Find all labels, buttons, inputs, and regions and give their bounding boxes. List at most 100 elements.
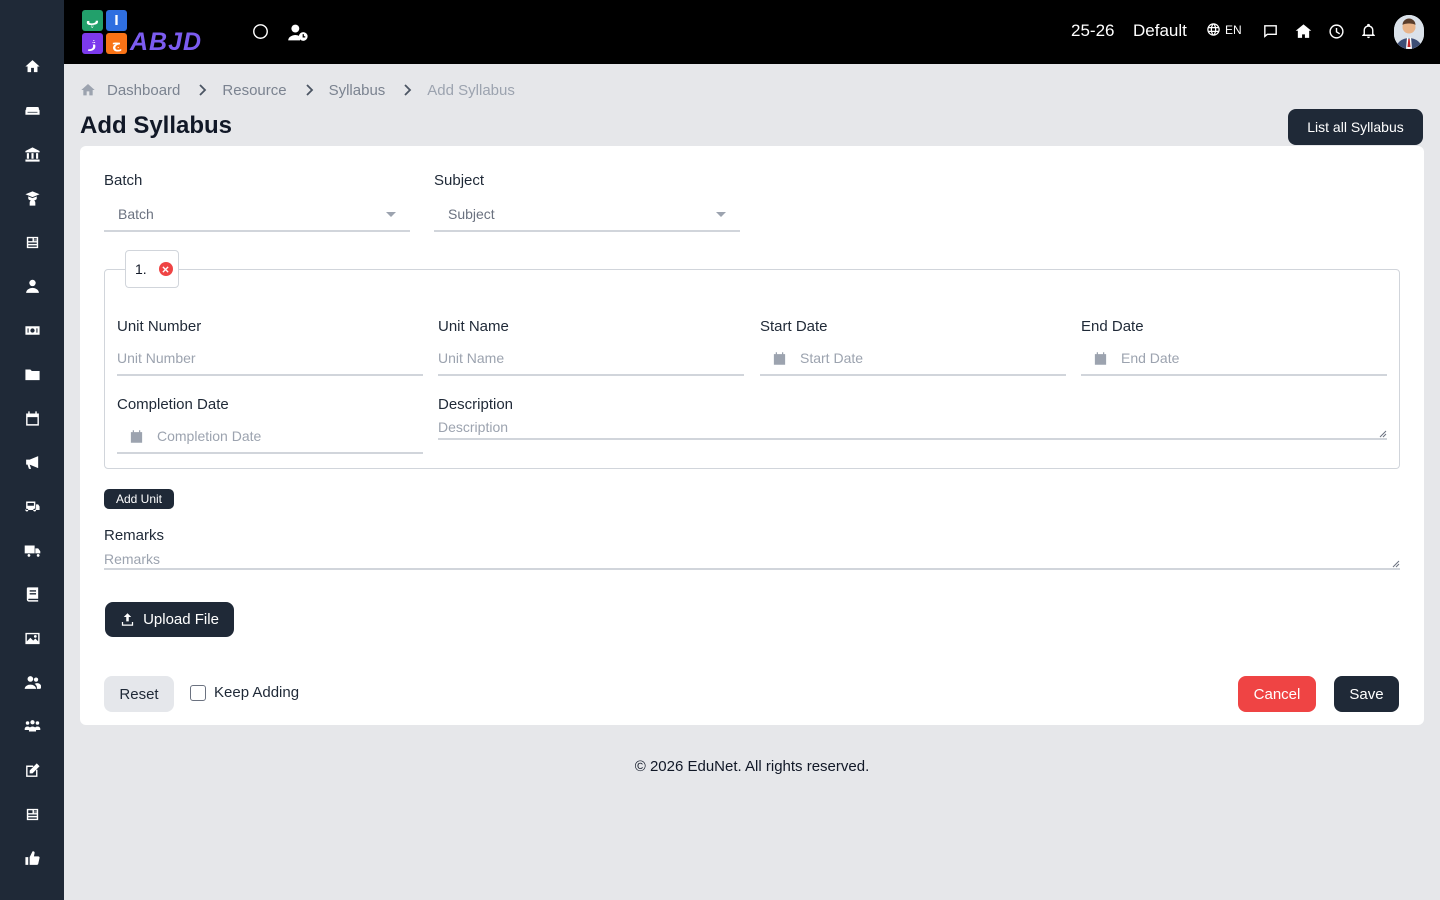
description-textarea[interactable]: Description (438, 419, 1387, 440)
sidebar-item-folder[interactable] (20, 362, 44, 386)
people-group-icon (24, 719, 40, 731)
completion-date-input[interactable]: Completion Date (117, 420, 423, 454)
completion-date-placeholder: Completion Date (157, 428, 262, 444)
users-icon (24, 675, 41, 689)
cancel-button[interactable]: Cancel (1238, 676, 1316, 712)
breadcrumb-home[interactable] (80, 82, 96, 98)
resize-handle-icon[interactable] (1379, 430, 1387, 438)
messages-button[interactable] (1261, 22, 1279, 40)
list-all-syllabus-button[interactable]: List all Syllabus (1288, 109, 1423, 145)
unit-name-placeholder: Unit Name (438, 350, 505, 366)
end-date-input[interactable]: End Date (1081, 342, 1387, 376)
page-title: Add Syllabus (80, 112, 233, 139)
remarks-label: Remarks (104, 527, 165, 544)
caret-down-icon (386, 212, 396, 217)
end-date-label: End Date (1081, 318, 1144, 335)
truck-icon (24, 545, 40, 557)
batch-select[interactable]: Batch (104, 198, 410, 232)
batch-label: Batch (104, 172, 143, 189)
calendar-icon (1093, 351, 1108, 366)
chevron-right-icon (305, 84, 315, 96)
reset-button[interactable]: Reset (104, 676, 174, 712)
sidebar-item-feedback[interactable] (20, 846, 44, 870)
institution-icon (24, 146, 40, 162)
history-button[interactable] (1327, 22, 1345, 40)
checkbox-box[interactable] (190, 684, 206, 701)
remove-unit-button[interactable] (158, 262, 173, 276)
sidebar-item-bus[interactable] (20, 494, 44, 518)
profile-selector[interactable]: Default (1133, 21, 1187, 41)
unit-number-label: Unit Number (117, 318, 202, 335)
home-icon (81, 84, 95, 96)
keep-adding-label: Keep Adding (214, 684, 300, 701)
logo-word: ABJD (130, 28, 203, 56)
chevron-right-icon (403, 84, 413, 96)
book-icon (26, 586, 38, 602)
sidebar-item-sofa[interactable] (20, 98, 44, 122)
save-button[interactable]: Save (1334, 676, 1399, 712)
upload-file-label: Upload File (143, 611, 219, 628)
close-icon (162, 265, 169, 273)
logo-tile-blue: ا (106, 10, 127, 31)
footer-copyright: © 2026 EduNet. All rights reserved. (634, 758, 870, 775)
remarks-placeholder: Remarks (104, 551, 161, 567)
sidebar-item-edit[interactable] (20, 758, 44, 782)
start-date-placeholder: Start Date (800, 350, 864, 366)
add-unit-button[interactable]: Add Unit (104, 489, 174, 509)
circle-icon (252, 23, 268, 39)
breadcrumb-resource[interactable]: Resource (222, 82, 286, 99)
sidebar-item-announcements[interactable] (20, 450, 44, 474)
session-selector[interactable]: 25-26 (1071, 21, 1114, 41)
upload-file-button[interactable]: Upload File (105, 602, 234, 637)
start-date-input[interactable]: Start Date (760, 342, 1066, 376)
sidebar-item-user[interactable] (20, 274, 44, 298)
sofa-icon (24, 106, 40, 115)
caret-down-icon (716, 212, 726, 217)
unit-name-input[interactable]: Unit Name (438, 342, 744, 376)
user-clock-button[interactable] (287, 22, 309, 42)
sidebar-item-calendar[interactable] (20, 406, 44, 430)
language-selector[interactable]: EN (1206, 22, 1242, 37)
sidebar-item-newspaper[interactable] (20, 230, 44, 254)
logo-tile-purple: ژ (82, 33, 103, 54)
sidebar-item-graduate[interactable] (20, 186, 44, 210)
logo-tile-orange: ج (106, 33, 127, 54)
remarks-textarea[interactable]: Remarks (104, 551, 1400, 570)
avatar[interactable] (1394, 15, 1424, 49)
sidebar-item-money[interactable] (20, 318, 44, 342)
sidebar-item-news[interactable] (20, 802, 44, 826)
sidebar-item-institution[interactable] (20, 142, 44, 166)
unit-section: Unit Number Unit Number Unit Name Unit N… (104, 269, 1400, 469)
description-placeholder: Description (438, 419, 509, 435)
unit-number-input[interactable]: Unit Number (117, 342, 423, 376)
sidebar-item-home[interactable] (20, 54, 44, 78)
notifications-button[interactable] (1359, 21, 1377, 41)
sidebar-item-groups[interactable] (20, 714, 44, 738)
subject-select[interactable]: Subject (434, 198, 740, 232)
sidebar-item-transport[interactable] (20, 538, 44, 562)
home-work-button[interactable] (1293, 22, 1313, 40)
graduate-icon (24, 190, 40, 206)
completion-date-label: Completion Date (117, 396, 229, 413)
unit-name-label: Unit Name (438, 318, 509, 335)
logo[interactable]: پ ا ژ ج ABJD (80, 8, 226, 56)
resize-handle-icon[interactable] (1392, 560, 1400, 568)
newspaper-icon (26, 236, 38, 248)
home-icon (24, 59, 40, 72)
upload-icon (121, 613, 134, 626)
keep-adding-checkbox[interactable]: Keep Adding (190, 684, 299, 701)
sidebar-item-users[interactable] (20, 670, 44, 694)
megaphone-icon (25, 455, 38, 469)
breadcrumb-syllabus[interactable]: Syllabus (329, 82, 386, 99)
bell-icon (1361, 23, 1375, 39)
thumbs-up-icon (24, 850, 40, 865)
user-icon (25, 279, 39, 293)
bus-icon (24, 501, 40, 511)
news-icon (26, 808, 38, 820)
chevron-right-icon (198, 84, 208, 96)
breadcrumb: Dashboard Resource Syllabus Add Syllabus (80, 80, 515, 100)
sidebar-item-library[interactable] (20, 582, 44, 606)
loading-indicator[interactable] (251, 22, 269, 40)
breadcrumb-dashboard[interactable]: Dashboard (107, 82, 180, 99)
sidebar-item-gallery[interactable] (20, 626, 44, 650)
